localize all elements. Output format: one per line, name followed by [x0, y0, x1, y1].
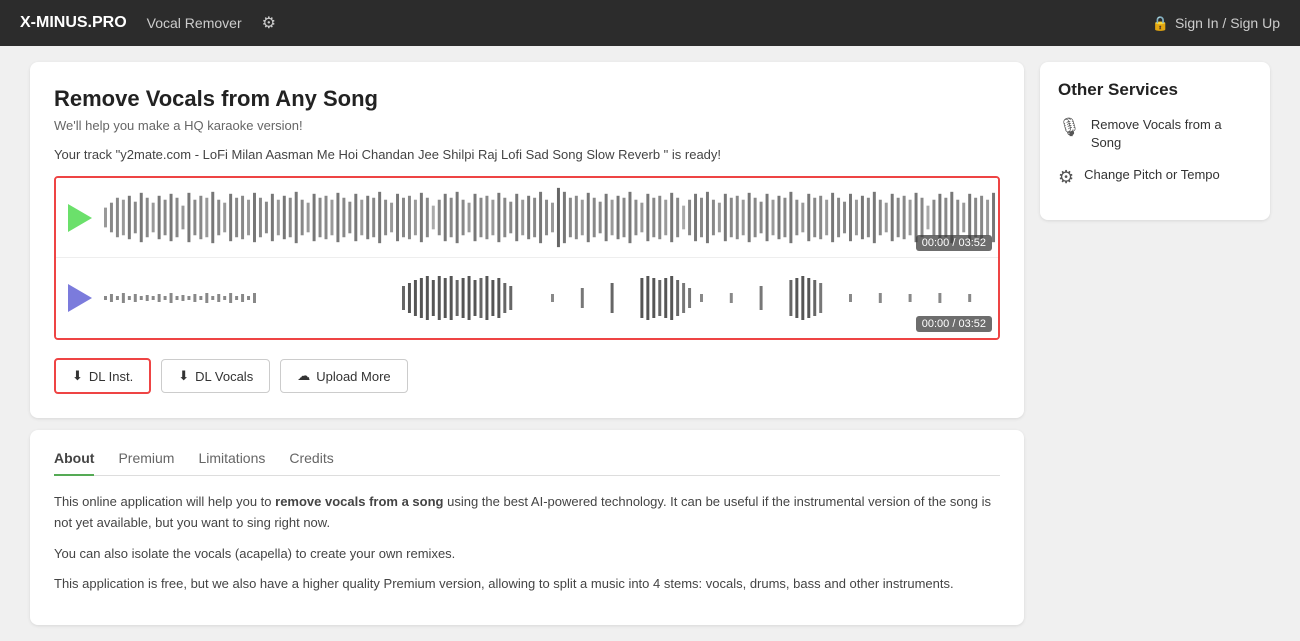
- waveform-canvas-vocals: 00:00 / 03:52: [104, 258, 998, 338]
- play-green-icon: [68, 204, 92, 232]
- mic-off-icon: 🎙: [1058, 117, 1081, 138]
- main-content: Remove Vocals from Any Song We'll help y…: [30, 62, 1024, 625]
- page-title: Remove Vocals from Any Song: [54, 86, 1000, 112]
- sidebar-item-label-remove-vocals: Remove Vocals from a Song: [1091, 116, 1252, 152]
- play-instrumental-button[interactable]: [56, 178, 104, 257]
- vocal-remover-nav[interactable]: Vocal Remover: [147, 15, 242, 31]
- about-tabs-row: About Premium Limitations Credits: [54, 450, 1000, 476]
- track-ready-message: Your track "y2mate.com - LoFi Milan Aasm…: [54, 147, 1000, 162]
- sidebar-card: Other Services 🎙 Remove Vocals from a So…: [1040, 62, 1270, 220]
- header: X-MINUS.PRO Vocal Remover ⚙ 🔒 Sign In / …: [0, 0, 1300, 46]
- sidebar-item-pitch-tempo[interactable]: ⚙ Change Pitch or Tempo: [1058, 166, 1252, 188]
- play-blue-icon: [68, 284, 92, 312]
- sign-in-label[interactable]: Sign In / Sign Up: [1175, 15, 1280, 31]
- settings-icon[interactable]: ⚙: [262, 13, 276, 33]
- sign-in-area[interactable]: 🔒 Sign In / Sign Up: [1152, 15, 1281, 32]
- tab-premium[interactable]: Premium: [118, 450, 174, 476]
- time-badge-bottom: 00:00 / 03:52: [916, 316, 992, 332]
- dl-vocals-label: DL Vocals: [195, 369, 253, 384]
- main-card: Remove Vocals from Any Song We'll help y…: [30, 62, 1024, 418]
- site-logo: X-MINUS.PRO: [20, 14, 127, 32]
- play-vocals-button[interactable]: [56, 258, 104, 338]
- tab-limitations[interactable]: Limitations: [198, 450, 265, 476]
- dl-inst-button[interactable]: ⬇ DL Inst.: [54, 358, 151, 394]
- sidebar-item-remove-vocals[interactable]: 🎙 Remove Vocals from a Song: [1058, 116, 1252, 152]
- waveform-canvas-instrumental: // Generate waveform bars inline via SVG…: [104, 178, 998, 257]
- tune-icon: ⚙: [1058, 167, 1074, 188]
- upload-more-label: Upload More: [316, 369, 390, 384]
- upload-more-button[interactable]: ☁ Upload More: [280, 359, 407, 393]
- lock-icon: 🔒: [1152, 15, 1169, 32]
- sidebar-item-label-pitch-tempo: Change Pitch or Tempo: [1084, 166, 1220, 184]
- about-paragraph-2: You can also isolate the vocals (acapell…: [54, 544, 1000, 565]
- sidebar-title: Other Services: [1058, 80, 1252, 100]
- tab-about[interactable]: About: [54, 450, 94, 476]
- time-badge-top: 00:00 / 03:52: [916, 235, 992, 251]
- dl-inst-label: DL Inst.: [89, 369, 133, 384]
- waveform-row-instrumental: // Generate waveform bars inline via SVG…: [56, 178, 998, 258]
- waveform-row-vocals: 00:00 / 03:52: [56, 258, 998, 338]
- about-text: This online application will help you to…: [54, 492, 1000, 595]
- upload-icon: ☁: [297, 368, 310, 384]
- action-buttons-row: ⬇ DL Inst. ⬇ DL Vocals ☁ Upload More: [54, 358, 1000, 394]
- download-vocals-icon: ⬇: [178, 368, 189, 384]
- about-paragraph-3: This application is free, but we also ha…: [54, 574, 1000, 595]
- waveform-svg-bottom: [104, 258, 998, 338]
- waveform-section: // Generate waveform bars inline via SVG…: [54, 176, 1000, 340]
- waveform-svg-top: // Generate waveform bars inline via SVG…: [104, 178, 998, 257]
- sidebar: Other Services 🎙 Remove Vocals from a So…: [1040, 62, 1270, 625]
- tab-credits[interactable]: Credits: [289, 450, 333, 476]
- about-card: About Premium Limitations Credits This o…: [30, 430, 1024, 625]
- main-layout: Remove Vocals from Any Song We'll help y…: [10, 46, 1290, 641]
- card-subtitle: We'll help you make a HQ karaoke version…: [54, 118, 1000, 133]
- header-left: X-MINUS.PRO Vocal Remover ⚙: [20, 13, 276, 33]
- dl-vocals-button[interactable]: ⬇ DL Vocals: [161, 359, 270, 393]
- download-inst-icon: ⬇: [72, 368, 83, 384]
- about-paragraph-1: This online application will help you to…: [54, 492, 1000, 534]
